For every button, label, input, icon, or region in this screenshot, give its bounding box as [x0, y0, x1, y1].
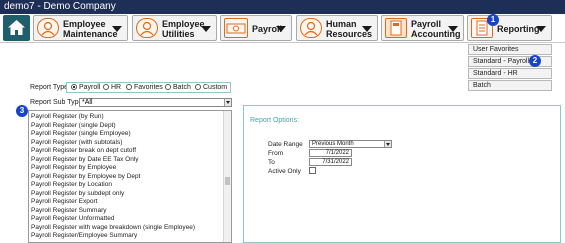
radio-label: Favorites [134, 84, 163, 91]
menu-label-line1: Reporting [497, 24, 540, 34]
active-only-label: Active Only [268, 168, 301, 175]
menu-label-line1: Human [326, 19, 357, 29]
list-item[interactable]: Payroll Register by subdept only [31, 190, 124, 198]
report-type-label: Report Type [30, 84, 69, 91]
radio-favorites[interactable]: Favorites [126, 84, 163, 91]
radio-unselected-icon [195, 84, 201, 90]
report-sub-type-select[interactable]: *All [79, 98, 232, 107]
menu-item-batch[interactable]: Batch [468, 80, 552, 91]
human-resources-icon [300, 18, 322, 38]
list-item[interactable]: Payroll Register (single Dept) [31, 122, 116, 130]
chevron-down-icon [362, 26, 372, 32]
chevron-down-icon [201, 26, 211, 32]
list-item[interactable]: Payroll Register with wage breakdown (si… [31, 224, 195, 232]
to-label: To [268, 159, 275, 166]
radio-batch[interactable]: Batch [165, 84, 191, 91]
report-type-radio-group: Payroll HR Favorites Batch Custom [66, 82, 231, 93]
employee-utilities-icon [136, 18, 158, 38]
main-toolbar: Employee Maintenance Employee Utilities Pa… [0, 14, 565, 43]
list-item[interactable]: Payroll Register break on dept cutoff [31, 147, 136, 155]
callout-badge-2: 2 [529, 55, 541, 67]
report-options-title: Report Options: [250, 117, 300, 124]
radio-unselected-icon [103, 84, 109, 90]
radio-selected-icon [71, 84, 77, 90]
list-item[interactable]: Payroll Register (by Run) [31, 113, 104, 121]
report-sub-type-label: Report Sub Type [30, 99, 83, 106]
chevron-down-icon [536, 26, 546, 32]
chevron-down-icon [276, 26, 286, 32]
radio-label: Custom [203, 84, 228, 91]
radio-custom[interactable]: Custom [195, 84, 227, 91]
window-title: demo7 - Demo Company [0, 0, 565, 14]
from-label: From [268, 150, 284, 157]
report-list[interactable]: Payroll Register (by Run) Payroll Regist… [28, 110, 232, 243]
to-date-field[interactable]: 7/31/2022 [309, 158, 352, 166]
menu-label-line2: Maintenance [63, 29, 118, 39]
scrollbar-thumb[interactable] [225, 177, 230, 185]
menu-label-line1: Employee [63, 19, 106, 29]
select-value: Previous Month [312, 141, 354, 147]
radio-unselected-icon [165, 84, 171, 90]
menu-item-user-favorites[interactable]: User Favorites [468, 44, 552, 55]
menu-label-line1: Payroll [411, 19, 442, 29]
calculator-icon [385, 18, 407, 38]
report-options-panel: Report Options: Date Range Previous Mont… [243, 105, 561, 243]
list-item[interactable]: Payroll Register by Employee [31, 164, 116, 172]
employee-icon [37, 18, 59, 38]
radio-payroll[interactable]: Payroll [71, 84, 100, 91]
list-item[interactable]: Payroll Register/Employee Summary [31, 232, 137, 240]
home-icon [8, 20, 25, 35]
home-button[interactable] [3, 15, 30, 41]
list-item[interactable]: Payroll Register by Location [31, 181, 112, 189]
radio-unselected-icon [126, 84, 132, 90]
date-range-label: Date Range [268, 141, 303, 148]
select-value: *All [82, 99, 93, 106]
list-item[interactable]: Payroll Register by Employee by Dept [31, 173, 140, 181]
radio-label: Batch [173, 84, 191, 91]
payroll-accounting-button[interactable]: Payroll Accounting [381, 15, 464, 41]
list-item[interactable]: Payroll Register Export [31, 198, 97, 206]
reporting-button[interactable]: Reporting [467, 15, 552, 41]
menu-label-line2: Utilities [162, 29, 195, 39]
date-range-select[interactable]: Previous Month [309, 140, 392, 148]
list-item[interactable]: Payroll Register (with subtotals) [31, 139, 122, 147]
chevron-down-icon [112, 26, 122, 32]
callout-badge-3: 3 [16, 105, 28, 117]
payroll-button[interactable]: Payroll [220, 15, 292, 41]
payroll-money-icon [224, 18, 248, 38]
chevron-down-icon[interactable] [384, 141, 391, 147]
list-item[interactable]: Payroll Register by Date EE Tax Only [31, 156, 139, 164]
menu-label-line1: Employee [162, 19, 205, 29]
list-item[interactable]: Payroll Register (single Employee) [31, 130, 131, 138]
radio-label: Payroll [79, 84, 101, 91]
from-date-field[interactable]: 7/1/2022 [309, 149, 352, 157]
list-scrollbar[interactable] [223, 111, 231, 242]
active-only-checkbox[interactable] [309, 167, 316, 174]
menu-item-standard-hr[interactable]: Standard - HR [468, 68, 552, 79]
employee-maintenance-button[interactable]: Employee Maintenance [33, 15, 128, 41]
list-item[interactable]: Payroll Register Summary [31, 207, 107, 215]
callout-badge-1: 1 [487, 14, 499, 26]
radio-label: HR [111, 84, 122, 91]
chevron-down-icon[interactable] [224, 99, 231, 106]
chevron-down-icon [448, 26, 458, 32]
employee-utilities-button[interactable]: Employee Utilities [132, 15, 217, 41]
list-item[interactable]: Payroll Register Unformatted [31, 215, 114, 223]
human-resources-button[interactable]: Human Resources [296, 15, 378, 41]
radio-hr[interactable]: HR [103, 84, 121, 91]
